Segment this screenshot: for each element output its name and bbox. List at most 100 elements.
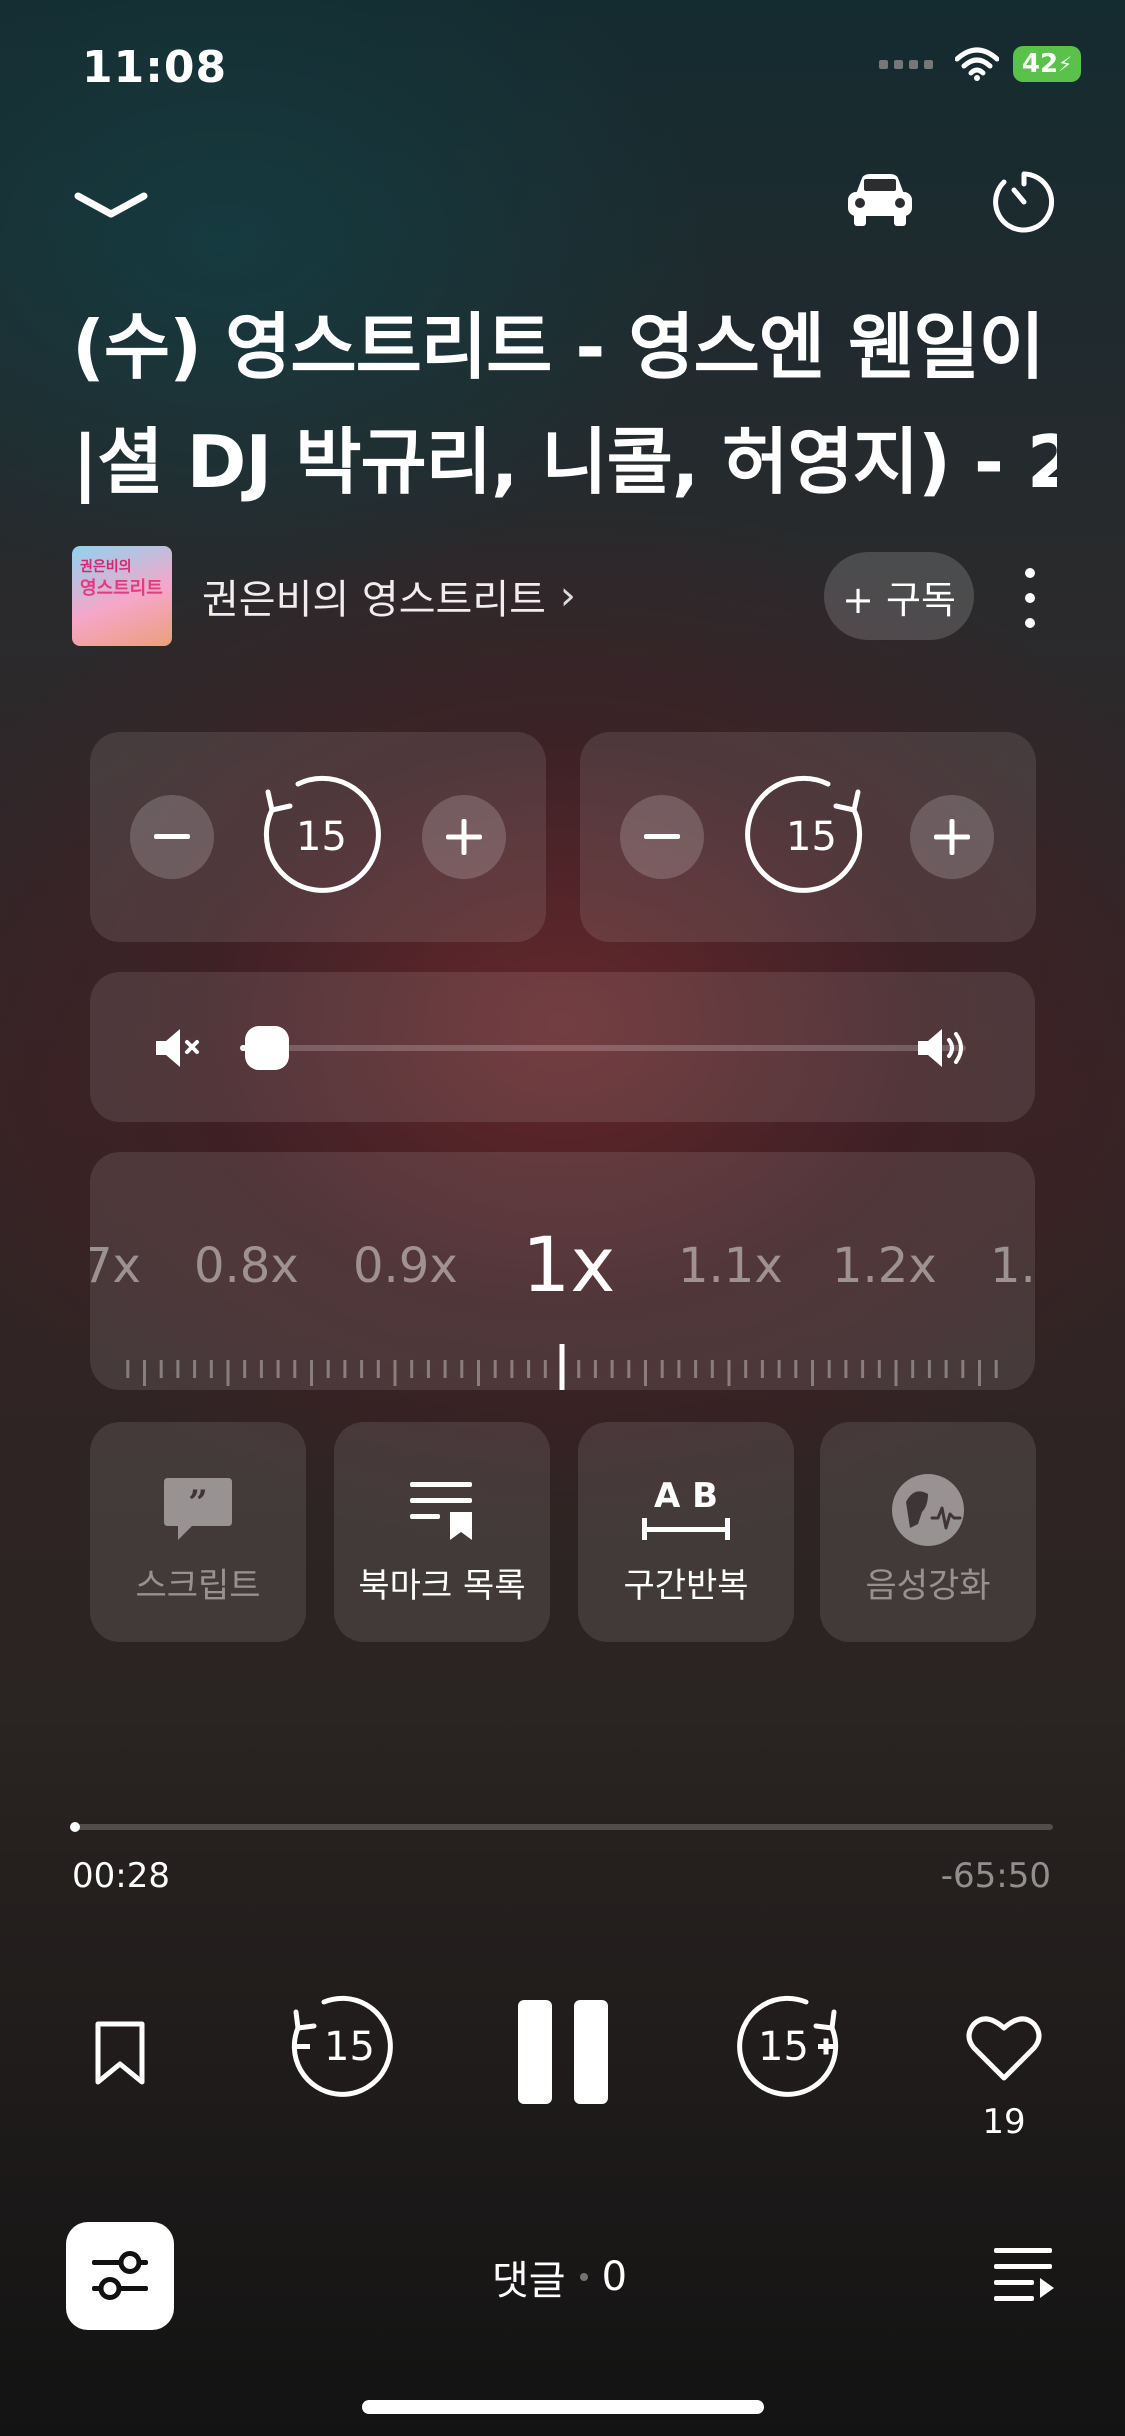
speed-tick: [577, 1360, 581, 1378]
ab-icon-text: A B: [653, 1476, 719, 1516]
subscribe-button[interactable]: + 구독: [824, 552, 974, 640]
speed-tick: [844, 1360, 848, 1378]
progress-thumb[interactable]: [70, 1822, 80, 1832]
speed-tick: [460, 1360, 464, 1378]
pause-icon: [518, 2000, 608, 2104]
speed-tick: [660, 1360, 664, 1378]
sound-settings-button[interactable]: [66, 2222, 174, 2330]
skip-forward-decrease-button[interactable]: [620, 795, 704, 879]
speed-option[interactable]: 1.3: [990, 1238, 1035, 1294]
speed-option[interactable]: 0.8x: [194, 1238, 299, 1294]
volume-mute-icon[interactable]: [154, 1027, 208, 1069]
volume-slider-track[interactable]: [240, 1045, 966, 1051]
speed-tick: [827, 1360, 831, 1378]
speed-tick: [143, 1360, 146, 1386]
speed-tick: [994, 1360, 998, 1378]
chevron-right-icon: ›: [559, 573, 576, 619]
speed-option[interactable]: 1.2x: [832, 1238, 937, 1294]
like-button[interactable]: 19: [966, 2014, 1046, 2144]
speed-tick: [226, 1360, 230, 1386]
episode-title-line: (수) 영스트리트 - 영스엔 웬일이: [72, 305, 1045, 389]
speed-option[interactable]: 1.1x: [678, 1238, 783, 1294]
status-time: 11:08: [82, 42, 228, 93]
skip-forward-setting: 15: [580, 732, 1036, 942]
skip-back-setting: 15: [90, 732, 546, 942]
remaining-time: -65:50: [940, 1856, 1051, 1896]
speed-tick: [443, 1360, 447, 1378]
plus-icon: [934, 819, 970, 855]
collapse-chevron-icon[interactable]: [72, 186, 150, 226]
rewind-15-button[interactable]: 15: [288, 1992, 398, 2102]
ab-repeat-button[interactable]: A B 구간반복: [578, 1422, 794, 1642]
comments-count: 0: [601, 2254, 628, 2300]
skip-back-decrease-button[interactable]: [130, 795, 214, 879]
speed-tick: [777, 1360, 781, 1378]
minus-icon: [154, 834, 190, 839]
comments-button[interactable]: 댓글 0: [492, 2248, 627, 2306]
ab-repeat-label: 구간반복: [623, 1566, 749, 1606]
speed-tick: [610, 1360, 614, 1378]
playlist-icon[interactable]: [992, 2244, 1056, 2302]
forward-15-button[interactable]: 15: [732, 1992, 842, 2102]
speed-tick: [727, 1360, 731, 1386]
svg-text:”: ”: [188, 1483, 208, 1523]
speed-tick: [694, 1360, 698, 1378]
voice-enhance-label: 음성강화: [865, 1566, 991, 1606]
speed-tick: [593, 1360, 597, 1378]
more-options-icon[interactable]: [1010, 568, 1050, 628]
speed-tick: [644, 1360, 647, 1386]
speed-tick: [710, 1360, 714, 1378]
speed-tick: [894, 1360, 898, 1386]
speed-option[interactable]: 7x: [90, 1238, 141, 1294]
speed-option[interactable]: 0.9x: [353, 1238, 458, 1294]
sliders-icon: [92, 2251, 148, 2300]
speed-tick: [376, 1360, 380, 1378]
wifi-icon: [955, 47, 999, 81]
speed-tick: [410, 1360, 414, 1378]
bookmark-icon[interactable]: [94, 2020, 146, 2086]
speed-tick: [193, 1360, 197, 1378]
sleep-timer-icon[interactable]: [992, 170, 1056, 234]
speed-tick: [944, 1360, 948, 1378]
speed-tick-scale: [126, 1344, 998, 1390]
script-button[interactable]: ” 스크립트: [90, 1422, 306, 1642]
skip-forward-increase-button[interactable]: [910, 795, 994, 879]
voice-enhance-button[interactable]: 음성강화: [820, 1422, 1036, 1642]
speed-tick: [927, 1360, 931, 1378]
speed-center-tick: [559, 1344, 565, 1390]
speed-tick: [477, 1360, 480, 1386]
volume-loud-icon[interactable]: [916, 1026, 972, 1070]
playback-speed-selector[interactable]: 7x 0.8x 0.9x 1x 1.1x 1.2x 1.3: [90, 1152, 1035, 1390]
plus-icon: [446, 819, 482, 855]
volume-slider-thumb[interactable]: [244, 1026, 289, 1070]
speed-tick: [326, 1360, 330, 1378]
speed-tick: [426, 1360, 430, 1378]
skip-back-increase-button[interactable]: [422, 795, 506, 879]
speed-tick: [978, 1360, 981, 1386]
speed-tick: [243, 1360, 247, 1378]
speed-tick: [744, 1360, 748, 1378]
speed-current[interactable]: 1x: [522, 1220, 615, 1309]
car-mode-icon[interactable]: [844, 170, 916, 232]
ab-repeat-icon: [642, 1518, 730, 1540]
forward-seconds-label: 15: [758, 2024, 809, 2070]
podcast-thumbnail: 권은비의 영스트리트: [72, 546, 172, 646]
volume-panel: [90, 972, 1035, 1122]
pause-button[interactable]: [516, 1998, 610, 2106]
speed-tick: [493, 1360, 497, 1378]
speed-tick: [861, 1360, 865, 1378]
speed-tick: [159, 1360, 163, 1378]
separator-dot: [579, 2273, 588, 2281]
speed-tick: [794, 1360, 798, 1378]
speed-tick: [276, 1360, 280, 1378]
speed-tick: [911, 1360, 915, 1378]
episode-title-line: |셜 DJ 박규리, 니콜, 허영지) - 20: [72, 420, 1057, 504]
bookmark-list-button[interactable]: 북마크 목록: [334, 1422, 550, 1642]
skip-forward-seconds: 15: [786, 814, 837, 860]
speed-tick: [677, 1360, 681, 1378]
elapsed-time: 00:28: [72, 1856, 170, 1896]
progress-track[interactable]: [72, 1824, 1053, 1830]
speed-tick: [877, 1360, 881, 1378]
like-count: 19: [982, 2102, 1026, 2142]
speed-tick: [510, 1360, 514, 1378]
